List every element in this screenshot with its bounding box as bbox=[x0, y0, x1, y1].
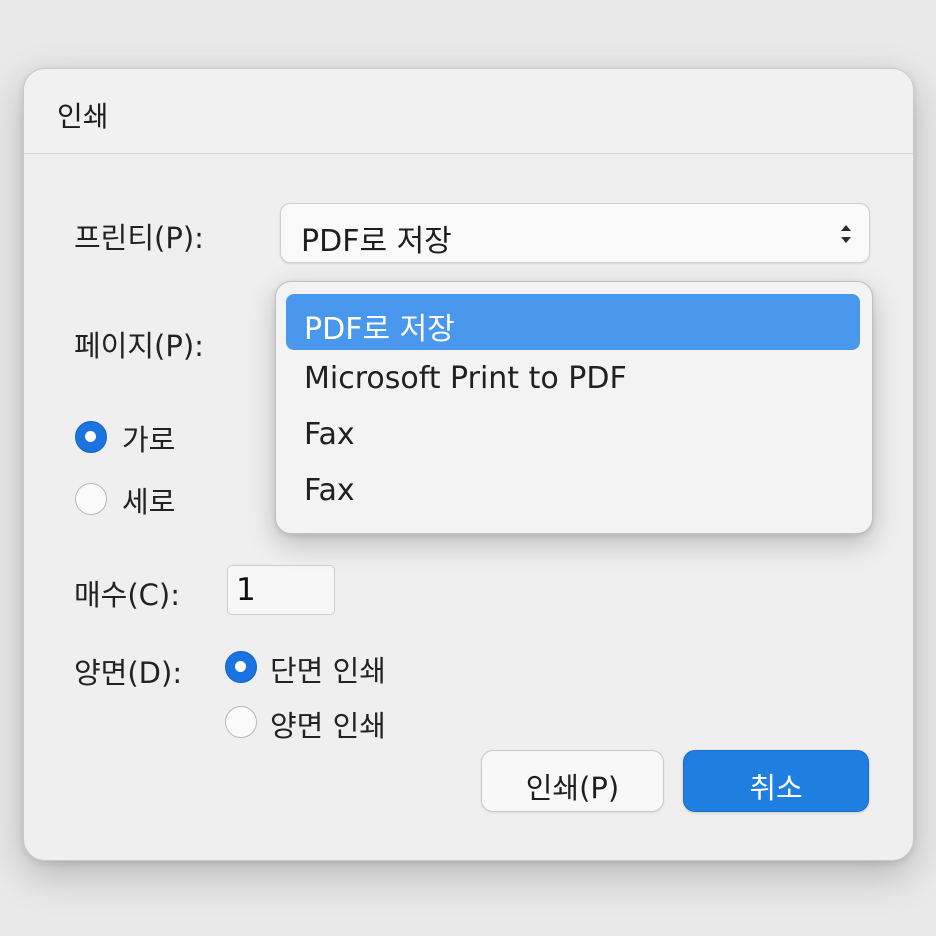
pages-label: 페이지(P): bbox=[74, 329, 204, 363]
printer-option-fax-2[interactable]: Fax bbox=[286, 463, 860, 519]
copies-label: 매수(C): bbox=[74, 578, 181, 612]
printer-option-fax[interactable]: Fax bbox=[286, 407, 860, 463]
printer-label: 프린티(P): bbox=[74, 221, 204, 255]
orientation-landscape-label[interactable]: 가로 bbox=[122, 417, 175, 459]
cancel-button[interactable]: 취소 bbox=[683, 750, 869, 812]
printer-select[interactable]: PDF로 저장 bbox=[280, 203, 870, 263]
printer-option-microsoft-pdf[interactable]: Microsoft Print to PDF bbox=[286, 351, 860, 407]
copies-input[interactable]: 1 bbox=[227, 565, 335, 615]
orientation-portrait-label[interactable]: 세로 bbox=[122, 479, 175, 521]
radio-unchecked-icon[interactable] bbox=[75, 483, 107, 515]
radio-checked-icon[interactable] bbox=[225, 651, 257, 683]
radio-checked-icon[interactable] bbox=[75, 421, 107, 453]
updown-chevron-icon bbox=[841, 225, 851, 243]
radio-unchecked-icon[interactable] bbox=[225, 706, 257, 738]
printer-select-value: PDF로 저장 bbox=[301, 224, 452, 259]
printer-option-save-pdf[interactable]: PDF로 저장 bbox=[286, 294, 860, 350]
duplex-double-label[interactable]: 양면 인쇄 bbox=[270, 703, 386, 745]
dialog-title: 인쇄 bbox=[57, 100, 109, 133]
print-dialog: 인쇄 프린티(P): PDF로 저장 페이지(P): 가로 세로 매수(C): … bbox=[23, 68, 914, 861]
duplex-label: 양면(D): bbox=[74, 656, 183, 690]
duplex-single-label[interactable]: 단면 인쇄 bbox=[270, 648, 386, 690]
print-button[interactable]: 인쇄(P) bbox=[481, 750, 664, 812]
dialog-titlebar: 인쇄 bbox=[24, 69, 913, 154]
printer-dropdown-list: PDF로 저장 Microsoft Print to PDF Fax Fax bbox=[275, 281, 873, 534]
